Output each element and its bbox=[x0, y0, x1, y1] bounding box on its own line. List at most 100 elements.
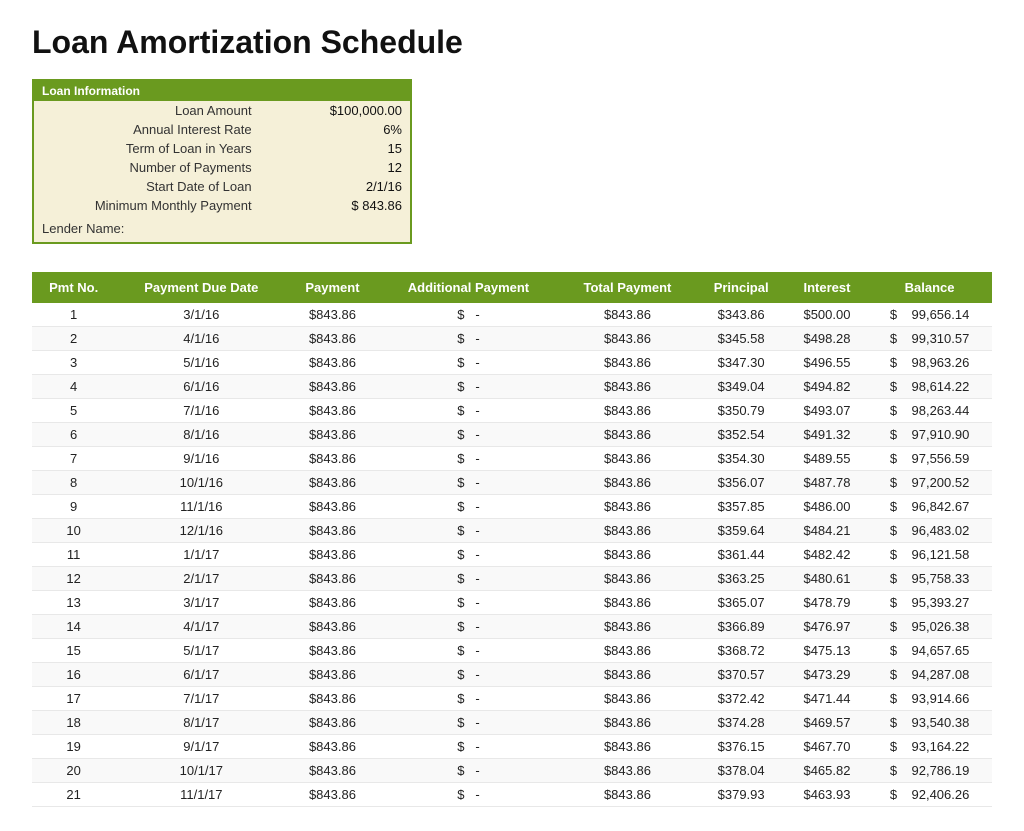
table-column-header: Total Payment bbox=[559, 272, 695, 303]
total-payment: $843.86 bbox=[559, 375, 695, 399]
payment-date: 5/1/16 bbox=[115, 351, 287, 375]
balance: $ 96,483.02 bbox=[867, 519, 992, 543]
interest: $469.57 bbox=[787, 711, 867, 735]
principal: $350.79 bbox=[696, 399, 787, 423]
payment-amount: $843.86 bbox=[287, 567, 377, 591]
pmt-no: 18 bbox=[32, 711, 115, 735]
principal: $365.07 bbox=[696, 591, 787, 615]
balance: $ 96,842.67 bbox=[867, 495, 992, 519]
total-payment: $843.86 bbox=[559, 663, 695, 687]
balance: $ 94,287.08 bbox=[867, 663, 992, 687]
total-payment: $843.86 bbox=[559, 471, 695, 495]
principal: $366.89 bbox=[696, 615, 787, 639]
payment-amount: $843.86 bbox=[287, 711, 377, 735]
pmt-no: 19 bbox=[32, 735, 115, 759]
table-row: 11 1/1/17 $843.86 $ - $843.86 $361.44 $4… bbox=[32, 543, 992, 567]
table-row: 9 11/1/16 $843.86 $ - $843.86 $357.85 $4… bbox=[32, 495, 992, 519]
total-payment: $843.86 bbox=[559, 783, 695, 807]
principal: $361.44 bbox=[696, 543, 787, 567]
payment-amount: $843.86 bbox=[287, 759, 377, 783]
balance: $ 95,026.38 bbox=[867, 615, 992, 639]
pmt-no: 15 bbox=[32, 639, 115, 663]
payment-amount: $843.86 bbox=[287, 303, 377, 327]
loan-info-row: Annual Interest Rate6% bbox=[34, 120, 410, 139]
pmt-no: 8 bbox=[32, 471, 115, 495]
balance: $ 93,914.66 bbox=[867, 687, 992, 711]
pmt-no: 16 bbox=[32, 663, 115, 687]
table-row: 18 8/1/17 $843.86 $ - $843.86 $374.28 $4… bbox=[32, 711, 992, 735]
pmt-no: 14 bbox=[32, 615, 115, 639]
loan-info-row: Term of Loan in Years15 bbox=[34, 139, 410, 158]
table-row: 12 2/1/17 $843.86 $ - $843.86 $363.25 $4… bbox=[32, 567, 992, 591]
payment-date: 11/1/16 bbox=[115, 495, 287, 519]
additional-payment: $ - bbox=[378, 735, 560, 759]
payment-amount: $843.86 bbox=[287, 519, 377, 543]
payment-date: 10/1/16 bbox=[115, 471, 287, 495]
loan-info-box: Loan Information Loan Amount$100,000.00A… bbox=[32, 79, 412, 244]
total-payment: $843.86 bbox=[559, 591, 695, 615]
additional-payment: $ - bbox=[378, 447, 560, 471]
table-row: 15 5/1/17 $843.86 $ - $843.86 $368.72 $4… bbox=[32, 639, 992, 663]
principal: $368.72 bbox=[696, 639, 787, 663]
total-payment: $843.86 bbox=[559, 495, 695, 519]
additional-payment: $ - bbox=[378, 543, 560, 567]
payment-date: 9/1/17 bbox=[115, 735, 287, 759]
interest: $473.29 bbox=[787, 663, 867, 687]
total-payment: $843.86 bbox=[559, 567, 695, 591]
payment-amount: $843.86 bbox=[287, 399, 377, 423]
principal: $376.15 bbox=[696, 735, 787, 759]
balance: $ 93,164.22 bbox=[867, 735, 992, 759]
additional-payment: $ - bbox=[378, 303, 560, 327]
pmt-no: 3 bbox=[32, 351, 115, 375]
additional-payment: $ - bbox=[378, 687, 560, 711]
loan-info-value: 6% bbox=[260, 120, 410, 139]
table-row: 19 9/1/17 $843.86 $ - $843.86 $376.15 $4… bbox=[32, 735, 992, 759]
table-row: 17 7/1/17 $843.86 $ - $843.86 $372.42 $4… bbox=[32, 687, 992, 711]
balance: $ 95,393.27 bbox=[867, 591, 992, 615]
balance: $ 98,614.22 bbox=[867, 375, 992, 399]
pmt-no: 6 bbox=[32, 423, 115, 447]
payment-amount: $843.86 bbox=[287, 423, 377, 447]
table-row: 8 10/1/16 $843.86 $ - $843.86 $356.07 $4… bbox=[32, 471, 992, 495]
payment-amount: $843.86 bbox=[287, 375, 377, 399]
table-column-header: Balance bbox=[867, 272, 992, 303]
payment-date: 7/1/16 bbox=[115, 399, 287, 423]
payment-date: 3/1/16 bbox=[115, 303, 287, 327]
payment-date: 8/1/16 bbox=[115, 423, 287, 447]
principal: $345.58 bbox=[696, 327, 787, 351]
payment-amount: $843.86 bbox=[287, 735, 377, 759]
pmt-no: 12 bbox=[32, 567, 115, 591]
payment-amount: $843.86 bbox=[287, 615, 377, 639]
table-column-header: Pmt No. bbox=[32, 272, 115, 303]
balance: $ 97,200.52 bbox=[867, 471, 992, 495]
interest: $480.61 bbox=[787, 567, 867, 591]
total-payment: $843.86 bbox=[559, 399, 695, 423]
principal: $379.93 bbox=[696, 783, 787, 807]
balance: $ 95,758.33 bbox=[867, 567, 992, 591]
loan-info-label: Number of Payments bbox=[34, 158, 260, 177]
balance: $ 99,310.57 bbox=[867, 327, 992, 351]
interest: $475.13 bbox=[787, 639, 867, 663]
interest: $500.00 bbox=[787, 303, 867, 327]
loan-info-value: 12 bbox=[260, 158, 410, 177]
payment-date: 4/1/16 bbox=[115, 327, 287, 351]
total-payment: $843.86 bbox=[559, 687, 695, 711]
interest: $494.82 bbox=[787, 375, 867, 399]
interest: $486.00 bbox=[787, 495, 867, 519]
additional-payment: $ - bbox=[378, 399, 560, 423]
pmt-no: 17 bbox=[32, 687, 115, 711]
principal: $363.25 bbox=[696, 567, 787, 591]
loan-info-row: Loan Amount$100,000.00 bbox=[34, 101, 410, 120]
table-row: 4 6/1/16 $843.86 $ - $843.86 $349.04 $49… bbox=[32, 375, 992, 399]
principal: $347.30 bbox=[696, 351, 787, 375]
loan-info-label: Annual Interest Rate bbox=[34, 120, 260, 139]
interest: $496.55 bbox=[787, 351, 867, 375]
balance: $ 98,263.44 bbox=[867, 399, 992, 423]
lender-name-label: Lender Name: bbox=[34, 215, 410, 242]
payment-amount: $843.86 bbox=[287, 639, 377, 663]
total-payment: $843.86 bbox=[559, 711, 695, 735]
payment-amount: $843.86 bbox=[287, 591, 377, 615]
loan-info-row: Number of Payments12 bbox=[34, 158, 410, 177]
payment-date: 11/1/17 bbox=[115, 783, 287, 807]
total-payment: $843.86 bbox=[559, 615, 695, 639]
